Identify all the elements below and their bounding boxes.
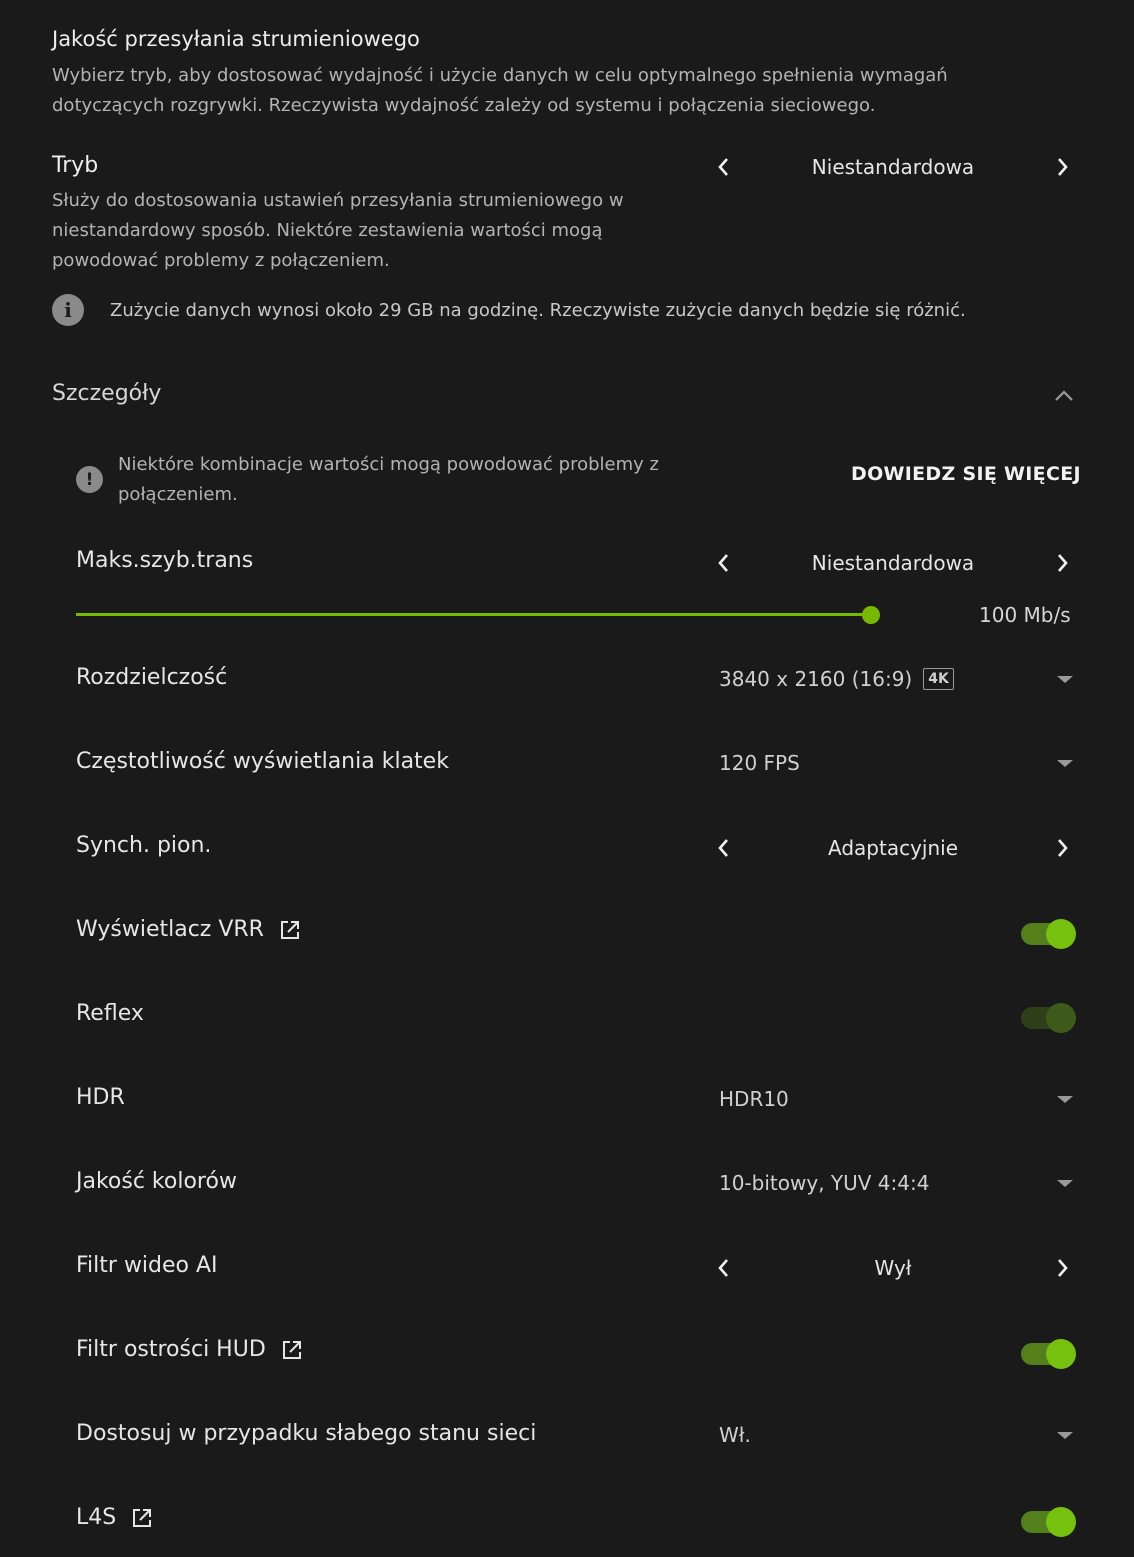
- resolution-dropdown[interactable]: 3840 x 2160 (16:9) 4K: [719, 661, 1079, 697]
- bitrate-label: Maks.szyb.trans: [76, 548, 254, 573]
- external-link-icon[interactable]: [278, 918, 302, 942]
- dropdown-caret-icon: [1057, 1432, 1073, 1439]
- data-usage-text: Zużycie danych wynosi około 29 GB na god…: [110, 299, 966, 321]
- hud-filter-toggle[interactable]: [1021, 1339, 1077, 1369]
- chevron-left-icon[interactable]: [712, 155, 736, 179]
- bitrate-value: Niestandardowa: [811, 551, 975, 575]
- ai-filter-label: Filtr wideo AI: [76, 1253, 218, 1278]
- chevron-left-icon[interactable]: [712, 1256, 736, 1280]
- mode-selector: Niestandardowa: [706, 149, 1080, 185]
- framerate-value: 120 FPS: [719, 751, 800, 775]
- poor-network-dropdown[interactable]: Wł.: [719, 1417, 1079, 1453]
- warning-text: Niektóre kombinacje wartości mogą powodo…: [118, 454, 659, 505]
- color-value: 10-bitowy, YUV 4:4:4: [719, 1171, 930, 1195]
- bitrate-slider-handle[interactable]: [862, 606, 880, 624]
- vsync-value: Adaptacyjnie: [828, 836, 958, 860]
- bitrate-slider-value: 100 Mb/s: [979, 603, 1071, 627]
- resolution-label: Rozdzielczość: [76, 665, 228, 690]
- vsync-label: Synch. pion.: [76, 833, 212, 858]
- vrr-label: Wyświetlacz VRR: [76, 917, 264, 942]
- page-description: Wybierz tryb, aby dostosować wydajność i…: [52, 65, 948, 116]
- chevron-left-icon[interactable]: [712, 836, 736, 860]
- resolution-4k-badge: 4K: [923, 668, 954, 690]
- vrr-toggle[interactable]: [1021, 919, 1077, 949]
- hdr-dropdown[interactable]: HDR10: [719, 1081, 1079, 1117]
- l4s-label: L4S: [76, 1505, 117, 1530]
- chevron-left-icon[interactable]: [712, 551, 736, 575]
- mode-title: Tryb: [52, 153, 99, 178]
- ai-filter-selector: Wył: [706, 1250, 1080, 1286]
- details-title: Szczegóły: [52, 381, 162, 406]
- external-link-icon[interactable]: [130, 1506, 154, 1530]
- chevron-up-icon[interactable]: [1052, 384, 1076, 408]
- framerate-dropdown[interactable]: 120 FPS: [719, 745, 1079, 781]
- reflex-label: Reflex: [76, 1001, 144, 1026]
- color-label: Jakość kolorów: [76, 1169, 237, 1194]
- l4s-toggle[interactable]: [1021, 1507, 1077, 1537]
- dropdown-caret-icon: [1057, 760, 1073, 767]
- vsync-selector: Adaptacyjnie: [706, 830, 1080, 866]
- external-link-icon[interactable]: [280, 1338, 304, 1362]
- chevron-right-icon[interactable]: [1050, 836, 1074, 860]
- hdr-value: HDR10: [719, 1087, 789, 1111]
- bitrate-slider-track[interactable]: [76, 613, 872, 616]
- poor-network-label: Dostosuj w przypadku słabego stanu sieci: [76, 1421, 537, 1446]
- hud-filter-label: Filtr ostrości HUD: [76, 1337, 266, 1362]
- dropdown-caret-icon: [1057, 1096, 1073, 1103]
- reflex-toggle[interactable]: [1021, 1003, 1077, 1033]
- dropdown-caret-icon: [1057, 676, 1073, 683]
- chevron-right-icon[interactable]: [1050, 551, 1074, 575]
- chevron-right-icon[interactable]: [1050, 1256, 1074, 1280]
- poor-network-value: Wł.: [719, 1423, 751, 1447]
- mode-description: Służy do dostosowania ustawień przesyłan…: [52, 190, 624, 271]
- hdr-label: HDR: [76, 1085, 125, 1110]
- resolution-value: 3840 x 2160 (16:9): [719, 667, 913, 691]
- info-icon: i: [52, 294, 84, 326]
- framerate-label: Częstotliwość wyświetlania klatek: [76, 749, 449, 774]
- l4s-row: L4S: [76, 1505, 154, 1530]
- color-dropdown[interactable]: 10-bitowy, YUV 4:4:4: [719, 1165, 1079, 1201]
- data-usage-info: i Zużycie danych wynosi około 29 GB na g…: [52, 294, 966, 326]
- ai-filter-value: Wył: [874, 1256, 912, 1280]
- learn-more-button[interactable]: DOWIEDZ SIĘ WIĘCEJ: [851, 463, 1081, 485]
- chevron-right-icon[interactable]: [1050, 155, 1074, 179]
- vrr-row: Wyświetlacz VRR: [76, 917, 302, 942]
- alert-icon: !: [76, 466, 103, 493]
- bitrate-selector: Niestandardowa: [706, 545, 1080, 581]
- mode-value: Niestandardowa: [811, 155, 975, 179]
- details-warning: ! Niektóre kombinacje wartości mogą powo…: [76, 450, 716, 510]
- hud-filter-row: Filtr ostrości HUD: [76, 1337, 304, 1362]
- page-title: Jakość przesyłania strumieniowego: [52, 27, 420, 51]
- dropdown-caret-icon: [1057, 1180, 1073, 1187]
